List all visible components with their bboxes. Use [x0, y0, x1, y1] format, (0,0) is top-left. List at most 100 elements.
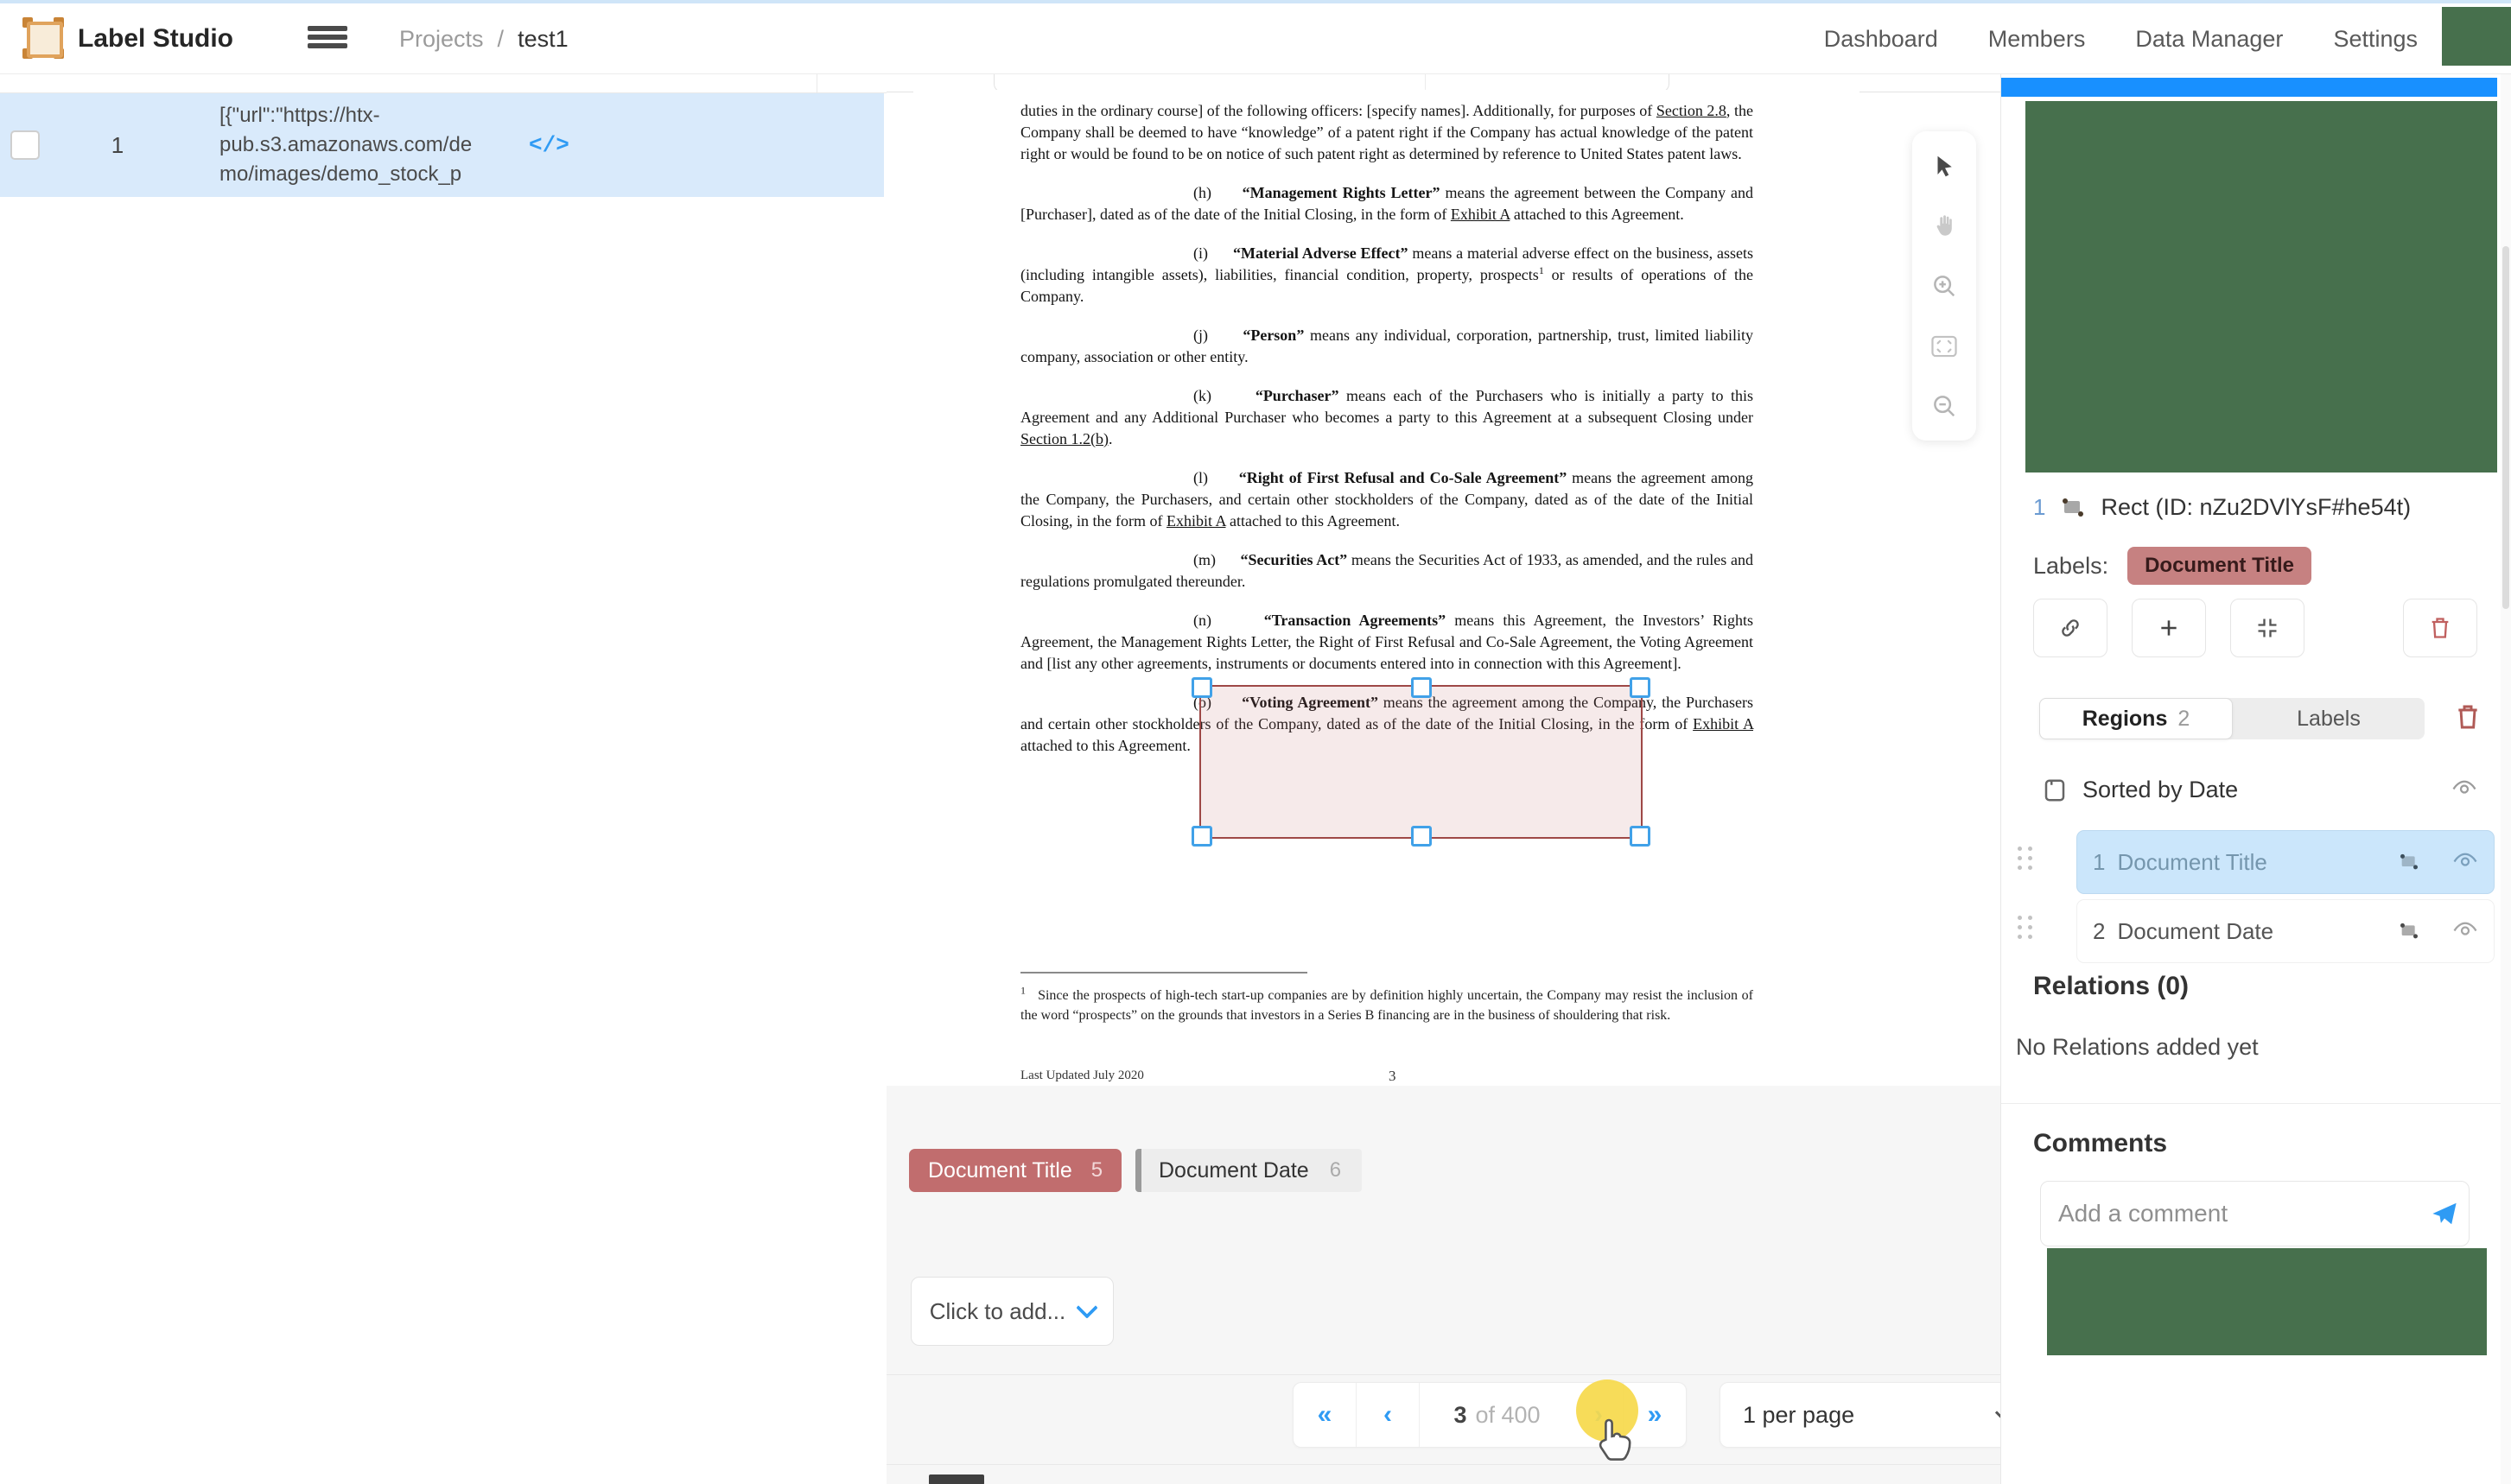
- labels-row: Labels: Document Title: [2033, 547, 2311, 585]
- label-document-date[interactable]: Document Date 6: [1135, 1149, 1362, 1192]
- zoom-out-icon[interactable]: [1927, 389, 1961, 423]
- region-row-label: Document Title: [2117, 849, 2266, 876]
- hand-cursor-icon: [1592, 1415, 1637, 1468]
- tab-regions[interactable]: Regions 2: [2039, 698, 2233, 739]
- resize-handle-top-right[interactable]: [1630, 677, 1650, 698]
- resize-handle-bottom-right[interactable]: [1630, 826, 1650, 847]
- page-number: 3: [1389, 1065, 1396, 1087]
- collapse-icon: [2255, 616, 2279, 640]
- menu-icon[interactable]: [308, 22, 347, 57]
- resize-handle-top-center[interactable]: [1411, 677, 1432, 698]
- fit-to-screen-icon[interactable]: [1927, 329, 1961, 364]
- app-title: Label Studio: [78, 24, 233, 54]
- region-index: 1: [2033, 494, 2045, 521]
- rect-region-icon: [2399, 923, 2419, 940]
- add-label-button[interactable]: [2132, 599, 2206, 657]
- scrollbar-thumb[interactable]: [2502, 246, 2509, 609]
- trash-icon: [2455, 703, 2481, 731]
- resize-handle-top-left[interactable]: [1192, 677, 1212, 698]
- tab-labels-label: Labels: [2297, 707, 2361, 732]
- sort-date-icon: [2043, 777, 2067, 803]
- delete-region-button[interactable]: [2403, 599, 2477, 657]
- sort-row[interactable]: Sorted by Date: [2043, 777, 2477, 803]
- tab-labels[interactable]: Labels: [2233, 698, 2425, 739]
- task-list-panel: 1 [{"url":"https://htx- pub.s3.amazonaws…: [0, 73, 887, 1484]
- code-icon[interactable]: </>: [529, 132, 569, 158]
- label-text: Document Date: [1159, 1158, 1309, 1183]
- relation-link-button[interactable]: [2033, 599, 2107, 657]
- label-document-title[interactable]: Document Title 5: [909, 1149, 1122, 1192]
- region-row-label: Document Date: [2117, 918, 2273, 945]
- region-row-2[interactable]: 2 Document Date: [2077, 900, 2494, 962]
- nav-data-manager[interactable]: Data Manager: [2135, 26, 2283, 53]
- clipped-text-fragment: [929, 1474, 984, 1484]
- region-visibility-icon[interactable]: [2452, 849, 2478, 876]
- region-row-index: 1: [2093, 849, 2105, 876]
- delete-all-regions-button[interactable]: [2455, 703, 2481, 735]
- comment-input[interactable]: [2041, 1200, 2420, 1227]
- drag-handle[interactable]: [2018, 916, 2035, 939]
- region-actions: [2033, 599, 2477, 657]
- chevron-down-icon: [1077, 1297, 1098, 1318]
- task-table-header: [0, 73, 887, 93]
- page-scrollbar[interactable]: [2501, 73, 2511, 1484]
- label-hotkey: 5: [1091, 1158, 1103, 1183]
- annotation-area: duties in the ordinary course] of the fo…: [887, 73, 2000, 1484]
- comment-input-wrap: [2040, 1181, 2470, 1246]
- task-data-preview: [{"url":"https://htx- pub.s3.amazonaws.c…: [219, 101, 479, 189]
- footnote-separator: [1020, 972, 1307, 973]
- breadcrumb: Projects / test1: [399, 26, 569, 53]
- document-footer: Last Updated July 2020 3: [1020, 1065, 1753, 1086]
- drag-handle[interactable]: [2018, 847, 2035, 870]
- divider: [887, 1464, 2000, 1465]
- app-header: Label Studio Projects / test1 Dashboard …: [0, 3, 2511, 74]
- divider: [2001, 1103, 2511, 1104]
- labels-caption: Labels:: [2033, 553, 2108, 580]
- prev-page-button[interactable]: ‹: [1357, 1400, 1419, 1430]
- tab-regions-label: Regions: [2082, 707, 2168, 732]
- selected-region-info: 1 Rect (ID: nZu2DVlYsF#he54t): [2033, 494, 2411, 521]
- region-id-text: Rect (ID: nZu2DVlYsF#he54t): [2101, 494, 2411, 521]
- label-studio-app: Label Studio Projects / test1 Dashboard …: [0, 0, 2511, 1484]
- plus-icon: [2158, 617, 2180, 639]
- resize-handle-bottom-center[interactable]: [1411, 826, 1432, 847]
- region-row-index: 2: [2093, 918, 2105, 945]
- region-visibility-icon[interactable]: [2452, 918, 2478, 945]
- last-updated-text: Last Updated July 2020: [1020, 1069, 1144, 1082]
- comments-title: Comments: [2033, 1129, 2167, 1158]
- nav-members[interactable]: Members: [1988, 26, 2086, 53]
- resize-handle-bottom-left[interactable]: [1192, 826, 1212, 847]
- label-studio-logo-icon: [22, 17, 64, 59]
- redacted-content-block: [2047, 1248, 2487, 1355]
- toggle-all-visibility-icon[interactable]: [2451, 777, 2477, 803]
- task-checkbox[interactable]: [10, 130, 40, 160]
- divider: [887, 1374, 2000, 1375]
- link-icon: [2058, 616, 2082, 640]
- document-text: duties in the ordinary course] of the fo…: [1020, 100, 1753, 774]
- pan-tool-icon[interactable]: [1927, 209, 1961, 244]
- selected-region-rect[interactable]: [1199, 685, 1643, 839]
- footnote-text: 1 Since the prospects of high-tech start…: [1020, 986, 1753, 1025]
- top-nav: Dashboard Members Data Manager Settings: [1824, 26, 2418, 53]
- label-text: Document Title: [928, 1158, 1072, 1183]
- relations-empty-text: No Relations added yet: [2016, 1034, 2259, 1061]
- region-row-1[interactable]: 1 Document Title: [2077, 831, 2494, 893]
- collapse-region-button[interactable]: [2230, 599, 2304, 657]
- send-comment-icon[interactable]: [2420, 1201, 2469, 1227]
- breadcrumb-current[interactable]: test1: [518, 26, 569, 53]
- nav-dashboard[interactable]: Dashboard: [1824, 26, 1938, 53]
- zoom-in-icon[interactable]: [1927, 269, 1961, 303]
- click-to-add-label: Click to add...: [930, 1298, 1066, 1325]
- click-to-add-dropdown[interactable]: Click to add...: [911, 1277, 1114, 1346]
- region-label-badge[interactable]: Document Title: [2127, 547, 2311, 585]
- redacted-image-preview: [2025, 101, 2497, 472]
- nav-settings[interactable]: Settings: [2333, 26, 2418, 53]
- total-pages: of 400: [1475, 1402, 1540, 1428]
- rect-region-icon: [2399, 853, 2419, 871]
- task-row[interactable]: 1 [{"url":"https://htx- pub.s3.amazonaws…: [0, 93, 884, 197]
- per-page-select[interactable]: 1 per page: [1720, 1382, 2034, 1448]
- avatar[interactable]: [2442, 7, 2511, 66]
- move-tool-icon[interactable]: [1927, 149, 1961, 183]
- breadcrumb-projects[interactable]: Projects: [399, 26, 484, 53]
- first-page-button[interactable]: «: [1294, 1400, 1356, 1430]
